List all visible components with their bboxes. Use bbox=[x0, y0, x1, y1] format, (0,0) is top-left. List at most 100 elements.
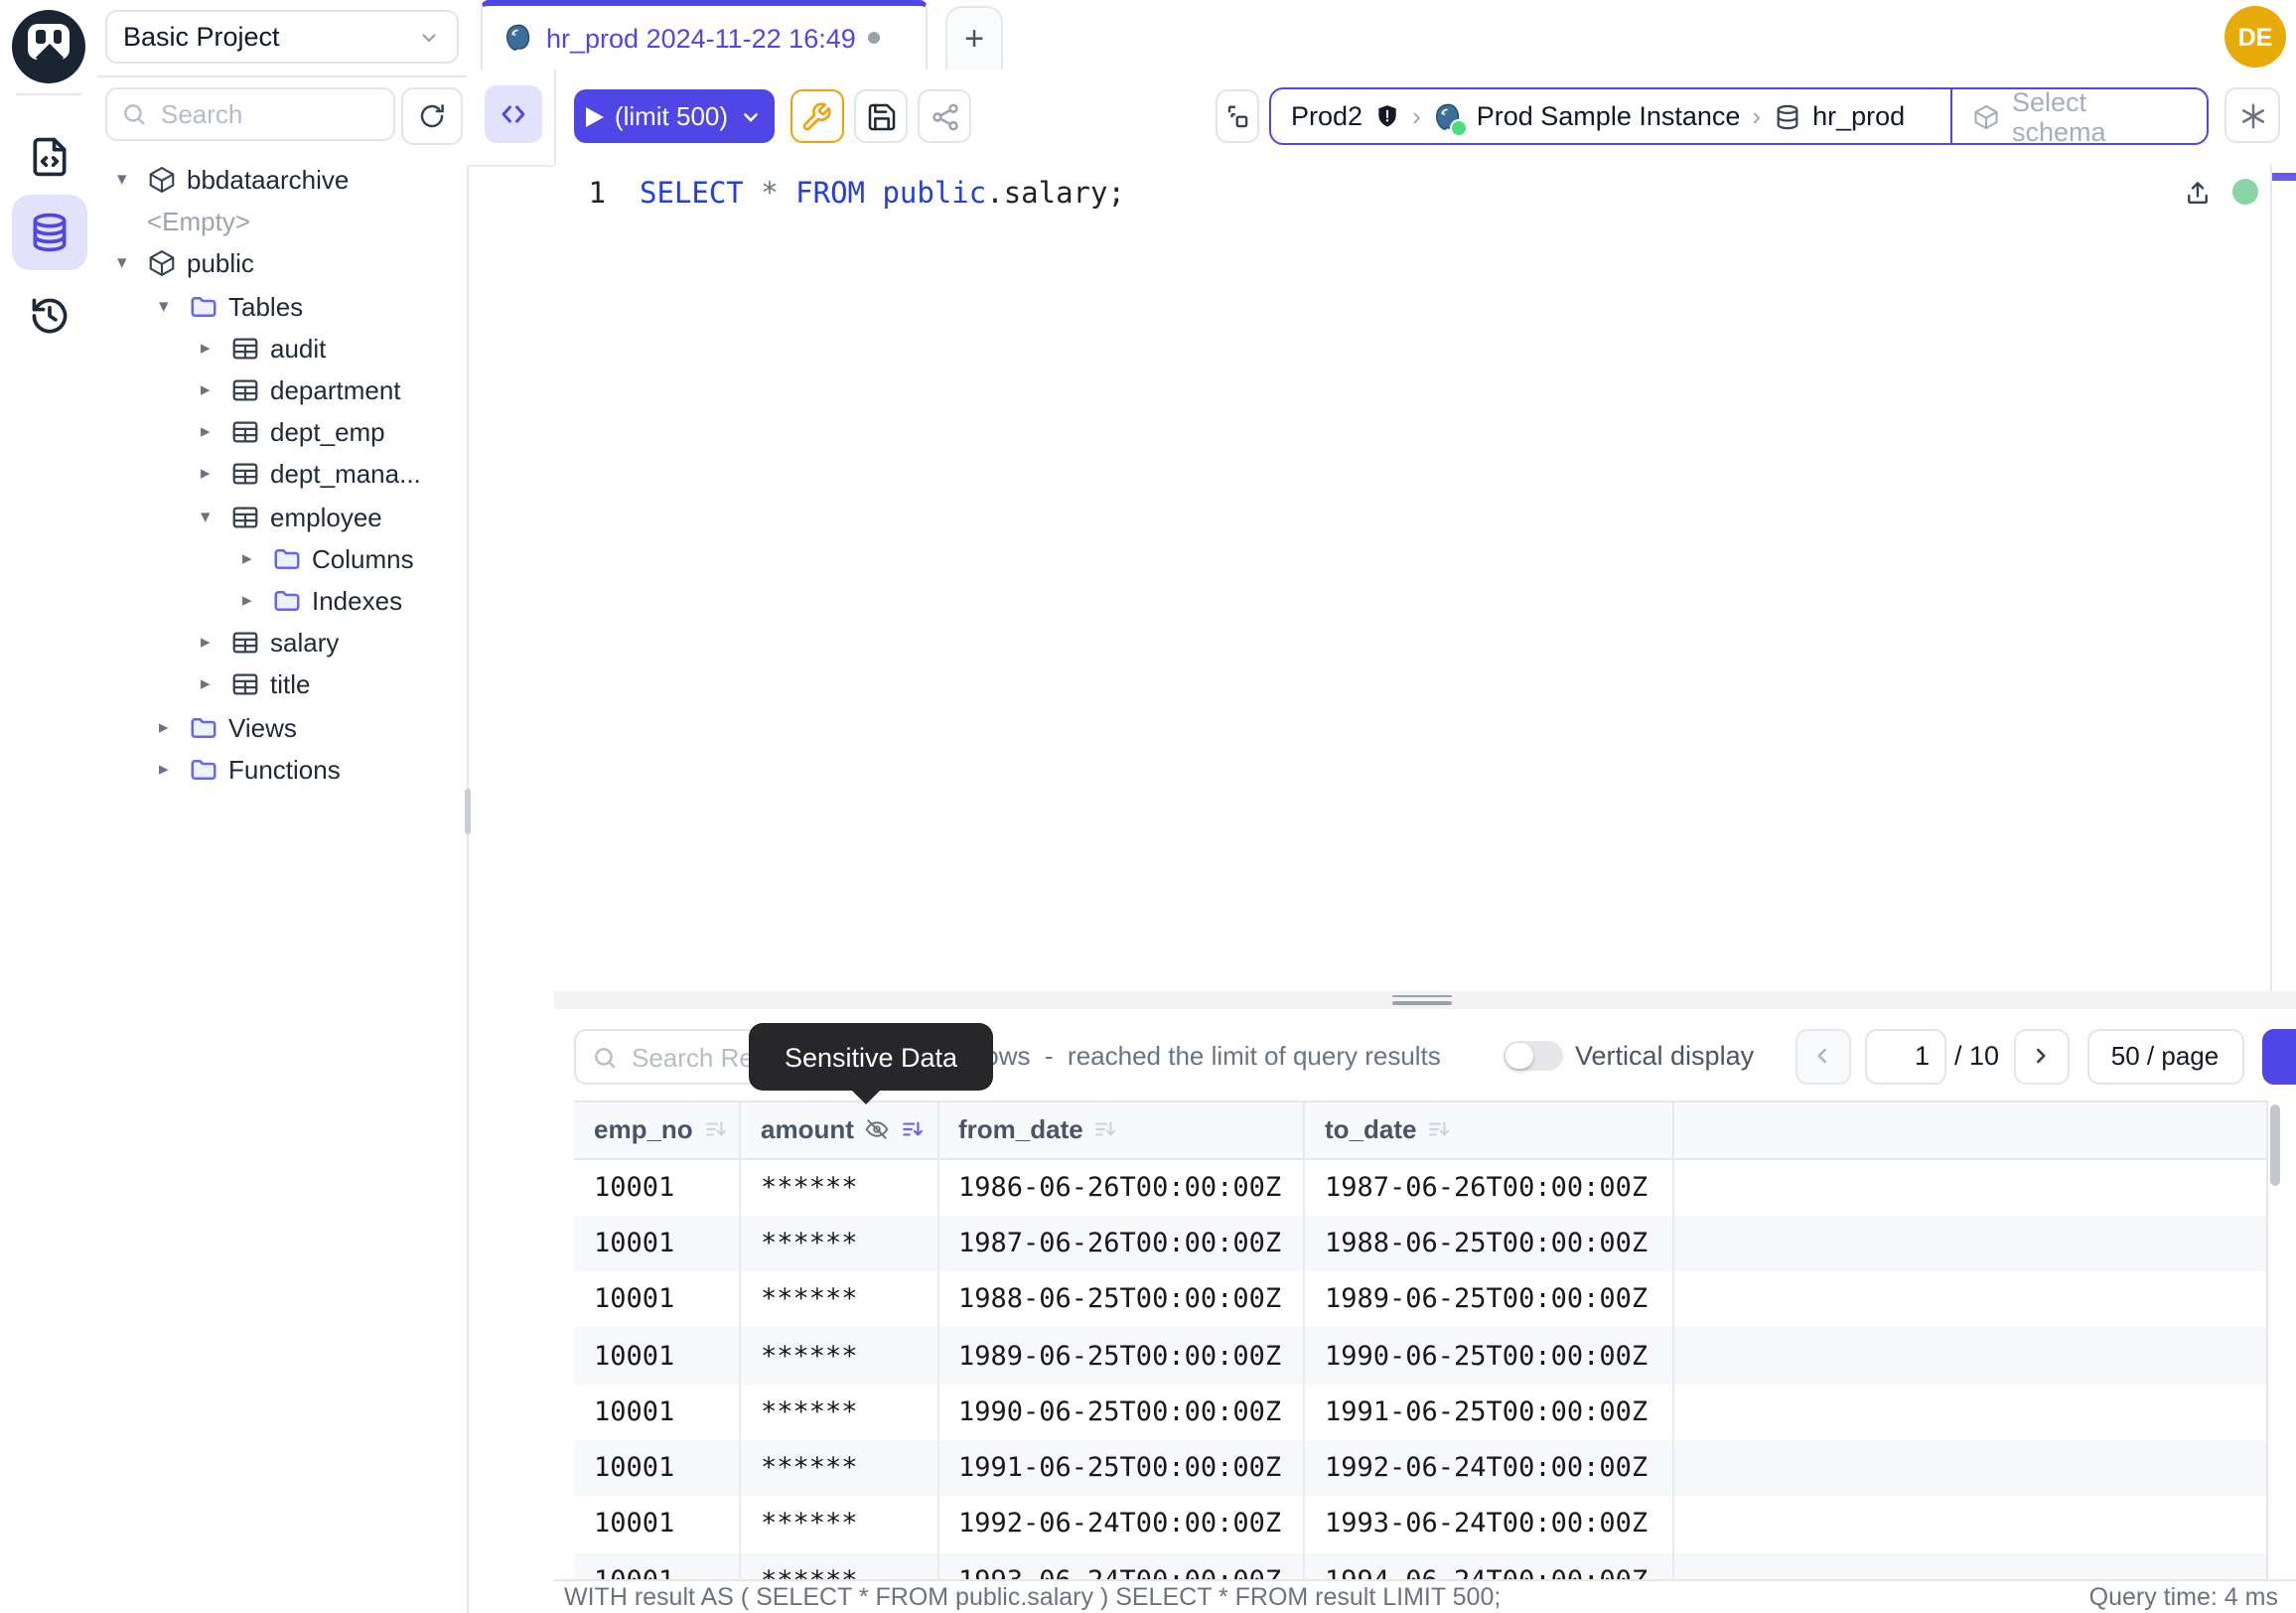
caret-down-icon[interactable]: ▾ bbox=[117, 253, 147, 275]
code-icon bbox=[496, 96, 529, 130]
next-page-button[interactable] bbox=[2014, 1028, 2069, 1084]
tree-item-indexes[interactable]: ▸Indexes bbox=[97, 580, 467, 622]
caret-right-icon[interactable]: ▸ bbox=[201, 632, 230, 654]
tree-item-columns[interactable]: ▸Columns bbox=[97, 537, 467, 579]
tree-item-tables[interactable]: ▾Tables bbox=[97, 285, 467, 327]
caret-right-icon[interactable]: ▸ bbox=[201, 379, 230, 401]
export-button[interactable] bbox=[2261, 1028, 2296, 1084]
eye-off-icon bbox=[864, 1116, 890, 1142]
table-cell bbox=[1672, 1440, 2267, 1497]
upload-icon[interactable] bbox=[2183, 179, 2213, 209]
tree-item-public[interactable]: ▾public bbox=[97, 243, 467, 285]
caret-down-icon[interactable]: ▾ bbox=[159, 295, 189, 317]
prev-page-button[interactable] bbox=[1795, 1028, 1850, 1084]
code-panel-button[interactable] bbox=[484, 84, 541, 142]
tree-item-department[interactable]: ▸department bbox=[97, 369, 467, 411]
breadcrumb-separator: › bbox=[1412, 101, 1421, 131]
rail-item-database[interactable] bbox=[11, 194, 86, 269]
share-button[interactable] bbox=[918, 89, 971, 143]
caret-right-icon[interactable]: ▸ bbox=[201, 421, 230, 443]
batch-query-button[interactable] bbox=[1216, 89, 1259, 143]
table-cell: 1992-06-24T00:00:00Z bbox=[937, 1497, 1304, 1553]
sort-icon[interactable] bbox=[900, 1116, 926, 1142]
run-query-button[interactable]: (limit 500) bbox=[574, 89, 775, 143]
project-select-label: Basic Project bbox=[123, 22, 280, 52]
sort-icon[interactable] bbox=[1093, 1116, 1119, 1142]
caret-right-icon[interactable]: ▸ bbox=[201, 338, 230, 360]
caret-down-icon[interactable]: ▾ bbox=[117, 169, 147, 191]
tree-item-audit[interactable]: ▸ audit bbox=[97, 328, 467, 369]
add-tab-button[interactable]: + bbox=[945, 6, 1003, 70]
connection-breadcrumb[interactable]: Prod2 › Prod Sample Instance › hr_prod S… bbox=[1269, 87, 2209, 145]
table-cell bbox=[1672, 1328, 2267, 1385]
tree-item-label: Views bbox=[228, 712, 297, 742]
caret-right-icon[interactable]: ▸ bbox=[159, 716, 189, 738]
sql-token: salary bbox=[1004, 179, 1108, 211]
page-number-input[interactable] bbox=[1864, 1028, 1945, 1084]
shield-alert-icon bbox=[1374, 103, 1400, 129]
caret-down-icon[interactable]: ▾ bbox=[201, 506, 230, 527]
table-cell: 1987-06-26T00:00:00Z bbox=[937, 1216, 1304, 1272]
sql-code[interactable]: SELECT * FROM public.salary; bbox=[640, 177, 1125, 213]
caret-right-icon[interactable]: ▸ bbox=[159, 758, 189, 780]
table-cell: 1992-06-24T00:00:00Z bbox=[1304, 1440, 1672, 1497]
scrollbar-thumb[interactable] bbox=[2269, 1103, 2280, 1185]
toggle-knob bbox=[1506, 1042, 1532, 1069]
column-header-empty bbox=[1672, 1100, 2267, 1158]
tree-item-title[interactable]: ▸title bbox=[97, 664, 467, 706]
select-schema-button[interactable]: Select schema bbox=[1952, 89, 2207, 143]
table-icon bbox=[230, 375, 260, 405]
results-panel: 500 rows - reached the limit of query re… bbox=[554, 990, 2296, 1579]
table-cell bbox=[1672, 1158, 2267, 1216]
tree-item-empty[interactable]: <Empty> bbox=[97, 201, 467, 242]
project-select[interactable]: Basic Project bbox=[105, 10, 459, 64]
results-info-text: 500 rows - reached the limit of query re… bbox=[926, 1029, 1441, 1085]
format-sql-button[interactable] bbox=[789, 89, 843, 143]
rail-item-history[interactable] bbox=[11, 278, 86, 354]
tree-item-functions[interactable]: ▸Functions bbox=[97, 748, 467, 790]
rail-item-worksheet[interactable] bbox=[11, 119, 86, 195]
tree-item-salary[interactable]: ▸salary bbox=[97, 622, 467, 663]
sql-line[interactable]: 1 SELECT * FROM public.salary; bbox=[554, 177, 1125, 213]
ai-assistant-button[interactable] bbox=[2224, 87, 2280, 143]
sort-icon[interactable] bbox=[703, 1116, 729, 1142]
sidebar-resize-handle[interactable] bbox=[464, 789, 471, 834]
tree-item-dept-emp[interactable]: ▸dept_emp bbox=[97, 411, 467, 453]
folder-icon bbox=[189, 712, 218, 742]
table-cell: 10001 bbox=[574, 1552, 740, 1579]
tree-item-label: bbdataarchive bbox=[187, 165, 349, 195]
tree-item-employee[interactable]: ▾employee bbox=[97, 496, 467, 537]
refresh-button[interactable] bbox=[401, 87, 463, 145]
table-cell: ****** bbox=[740, 1384, 937, 1440]
table-cell: 1994-06-24T00:00:00Z bbox=[1304, 1552, 1672, 1579]
bytebase-logo[interactable] bbox=[12, 10, 85, 83]
schema-tree: ▾ bbdataarchive <Empty>▾public▾Tables ▸ audi… bbox=[97, 159, 467, 791]
save-button[interactable] bbox=[854, 89, 908, 143]
vertical-display-toggle[interactable] bbox=[1504, 1040, 1563, 1071]
table-scrollbar[interactable] bbox=[2265, 1100, 2282, 1579]
caret-right-icon[interactable]: ▸ bbox=[242, 548, 272, 570]
folder-icon bbox=[189, 754, 218, 784]
tab-active-worksheet[interactable]: hr_prod 2024-11-22 16:49 bbox=[481, 0, 928, 70]
breadcrumb-path[interactable]: Prod2 › Prod Sample Instance › hr_prod bbox=[1271, 89, 1950, 143]
tree-item-label: audit bbox=[270, 334, 326, 364]
column-header-emp_no[interactable]: emp_no bbox=[574, 1100, 740, 1158]
page-size-select[interactable]: 50 / page bbox=[2086, 1028, 2243, 1084]
column-header-amount[interactable]: amount bbox=[740, 1100, 937, 1158]
folder-icon bbox=[272, 544, 302, 574]
column-header-from_date[interactable]: from_date bbox=[937, 1100, 1304, 1158]
sidebar-search-input[interactable] bbox=[157, 97, 379, 131]
tooltip-arrow bbox=[850, 1089, 882, 1104]
tree-item-views[interactable]: ▸ Views bbox=[97, 706, 467, 748]
avatar[interactable]: DE bbox=[2224, 6, 2286, 68]
tree-item-bbdataarchive[interactable]: ▾ bbdataarchive bbox=[97, 159, 467, 201]
caret-right-icon[interactable]: ▸ bbox=[201, 674, 230, 696]
column-header-to_date[interactable]: to_date bbox=[1304, 1100, 1672, 1158]
sidebar-search[interactable] bbox=[105, 87, 395, 141]
results-resize-handle[interactable] bbox=[554, 990, 2296, 1008]
caret-right-icon[interactable]: ▸ bbox=[201, 464, 230, 486]
caret-right-icon[interactable]: ▸ bbox=[242, 590, 272, 612]
sql-editor[interactable]: 1 SELECT * FROM public.salary; bbox=[554, 165, 2296, 990]
sort-icon[interactable] bbox=[1426, 1116, 1452, 1142]
tree-item-dept-mana[interactable]: ▸dept_mana... bbox=[97, 454, 467, 496]
